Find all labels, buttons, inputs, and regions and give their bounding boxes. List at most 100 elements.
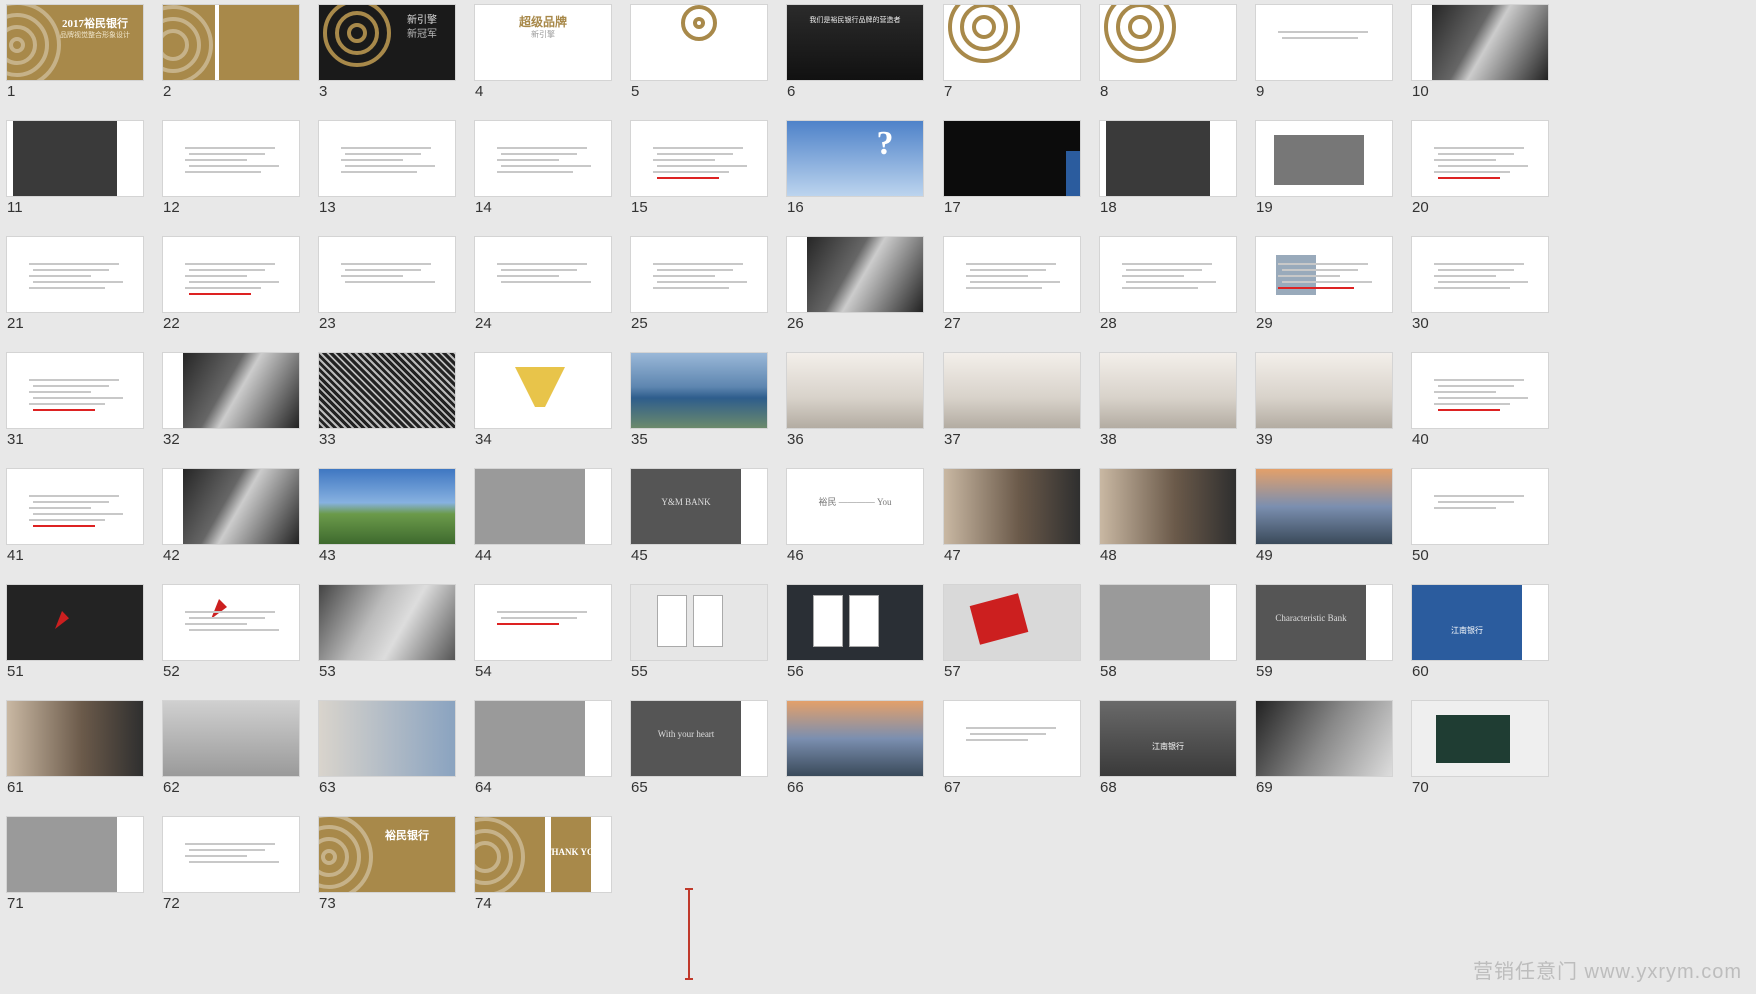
slide-thumbnail-40[interactable]: 40 <box>1405 348 1549 448</box>
slide-preview[interactable]: Y&M BANK <box>630 468 768 545</box>
slide-thumbnail-20[interactable]: 20 <box>1405 116 1549 216</box>
slide-preview[interactable] <box>1411 468 1549 545</box>
slide-thumbnail-8[interactable]: 8 <box>1093 0 1237 100</box>
slide-thumbnail-3[interactable]: 新引擎 新冠军 3 <box>312 0 456 100</box>
slide-preview[interactable] <box>162 4 300 81</box>
slide-preview[interactable]: 超级品牌 新引擎 <box>474 4 612 81</box>
slide-preview[interactable]: 裕民银行 <box>318 816 456 893</box>
slide-thumbnail-51[interactable]: 51 <box>0 580 144 680</box>
slide-thumbnail-16[interactable]: ? 16 <box>780 116 924 216</box>
slide-preview[interactable] <box>6 584 144 661</box>
slide-preview[interactable]: 2017裕民银行 品牌视觉整合形象设计 <box>6 4 144 81</box>
slide-thumbnail-32[interactable]: 32 <box>156 348 300 448</box>
slide-thumbnail-49[interactable]: 49 <box>1249 464 1393 564</box>
slide-thumbnail-1[interactable]: 2017裕民银行 品牌视觉整合形象设计 1 <box>0 0 144 100</box>
slide-thumbnail-5[interactable]: 5 <box>624 0 768 100</box>
slide-preview[interactable] <box>630 120 768 197</box>
slide-thumbnail-50[interactable]: 50 <box>1405 464 1549 564</box>
slide-preview[interactable] <box>1411 352 1549 429</box>
slide-thumbnail-38[interactable]: 38 <box>1093 348 1237 448</box>
slide-thumbnail-41[interactable]: 41 <box>0 464 144 564</box>
slide-preview[interactable] <box>630 584 768 661</box>
slide-preview[interactable] <box>474 700 612 777</box>
slide-preview[interactable] <box>6 468 144 545</box>
slide-thumbnail-73[interactable]: 裕民银行 73 <box>312 812 456 912</box>
slide-thumbnail-23[interactable]: 23 <box>312 232 456 332</box>
slide-thumbnail-34[interactable]: 34 <box>468 348 612 448</box>
slide-preview[interactable] <box>318 468 456 545</box>
slide-thumbnail-18[interactable]: 18 <box>1093 116 1237 216</box>
slide-preview[interactable] <box>943 120 1081 197</box>
slide-thumbnail-39[interactable]: 39 <box>1249 348 1393 448</box>
slide-preview[interactable] <box>1099 236 1237 313</box>
slide-preview[interactable] <box>1099 352 1237 429</box>
slide-preview[interactable] <box>474 468 612 545</box>
slide-thumbnail-26[interactable]: 26 <box>780 232 924 332</box>
slide-thumbnail-25[interactable]: 25 <box>624 232 768 332</box>
slide-preview[interactable] <box>630 236 768 313</box>
slide-thumbnail-65[interactable]: With your heart 65 <box>624 696 768 796</box>
slide-preview[interactable]: 江南银行 <box>1411 584 1549 661</box>
slide-preview[interactable] <box>1255 468 1393 545</box>
slide-thumbnail-2[interactable]: 2 <box>156 0 300 100</box>
slide-preview[interactable] <box>943 468 1081 545</box>
slide-thumbnail-43[interactable]: 43 <box>312 464 456 564</box>
slide-thumbnail-47[interactable]: 47 <box>937 464 1081 564</box>
slide-preview[interactable] <box>162 468 300 545</box>
slide-thumbnail-14[interactable]: 14 <box>468 116 612 216</box>
slide-thumbnail-7[interactable]: 7 <box>937 0 1081 100</box>
slide-preview[interactable] <box>6 816 144 893</box>
slide-thumbnail-52[interactable]: 52 <box>156 580 300 680</box>
slide-preview[interactable] <box>474 120 612 197</box>
slide-thumbnail-45[interactable]: Y&M BANK 45 <box>624 464 768 564</box>
slide-preview[interactable] <box>162 236 300 313</box>
slide-thumbnail-54[interactable]: 54 <box>468 580 612 680</box>
slide-preview[interactable] <box>1099 584 1237 661</box>
slide-thumbnail-44[interactable]: 44 <box>468 464 612 564</box>
slide-thumbnail-55[interactable]: 55 <box>624 580 768 680</box>
slide-thumbnail-48[interactable]: 48 <box>1093 464 1237 564</box>
slide-thumbnail-53[interactable]: 53 <box>312 580 456 680</box>
slide-preview[interactable] <box>786 700 924 777</box>
slide-preview[interactable] <box>318 584 456 661</box>
slide-preview[interactable] <box>1099 120 1237 197</box>
slide-preview[interactable] <box>318 700 456 777</box>
slide-thumbnail-10[interactable]: 10 <box>1405 0 1549 100</box>
slide-thumbnail-6[interactable]: 我们是裕民银行品牌的营造者 6 <box>780 0 924 100</box>
slide-preview[interactable] <box>630 4 768 81</box>
slide-thumbnail-9[interactable]: 9 <box>1249 0 1393 100</box>
slide-preview[interactable] <box>786 352 924 429</box>
slide-preview[interactable] <box>1099 4 1237 81</box>
slide-thumbnail-72[interactable]: 72 <box>156 812 300 912</box>
slide-thumbnail-70[interactable]: 70 <box>1405 696 1549 796</box>
slide-preview[interactable] <box>1255 4 1393 81</box>
slide-thumbnail-13[interactable]: 13 <box>312 116 456 216</box>
slide-preview[interactable]: ? <box>786 120 924 197</box>
slide-preview[interactable] <box>1411 4 1549 81</box>
slide-preview[interactable] <box>1255 236 1393 313</box>
slide-preview[interactable] <box>1255 700 1393 777</box>
slide-thumbnail-74[interactable]: THANK YOU 74 <box>468 812 612 912</box>
slide-thumbnail-4[interactable]: 超级品牌 新引擎 4 <box>468 0 612 100</box>
slide-preview[interactable]: With your heart <box>630 700 768 777</box>
slide-preview[interactable] <box>943 352 1081 429</box>
slide-preview[interactable] <box>474 352 612 429</box>
slide-preview[interactable] <box>162 352 300 429</box>
slide-preview[interactable] <box>6 700 144 777</box>
slide-preview[interactable] <box>1411 700 1549 777</box>
slide-preview[interactable] <box>318 120 456 197</box>
slide-thumbnail-19[interactable]: 19 <box>1249 116 1393 216</box>
slide-preview[interactable] <box>6 120 144 197</box>
slide-preview[interactable] <box>318 236 456 313</box>
slide-thumbnail-31[interactable]: 31 <box>0 348 144 448</box>
slide-preview[interactable] <box>1411 120 1549 197</box>
slide-thumbnail-60[interactable]: 江南银行 60 <box>1405 580 1549 680</box>
slide-preview[interactable] <box>6 352 144 429</box>
slide-thumbnail-27[interactable]: 27 <box>937 232 1081 332</box>
slide-preview[interactable] <box>943 700 1081 777</box>
slide-preview[interactable] <box>162 120 300 197</box>
slide-thumbnail-64[interactable]: 64 <box>468 696 612 796</box>
slide-thumbnail-59[interactable]: Characteristic Bank 59 <box>1249 580 1393 680</box>
slide-thumbnail-56[interactable]: 56 <box>780 580 924 680</box>
slide-thumbnail-42[interactable]: 42 <box>156 464 300 564</box>
